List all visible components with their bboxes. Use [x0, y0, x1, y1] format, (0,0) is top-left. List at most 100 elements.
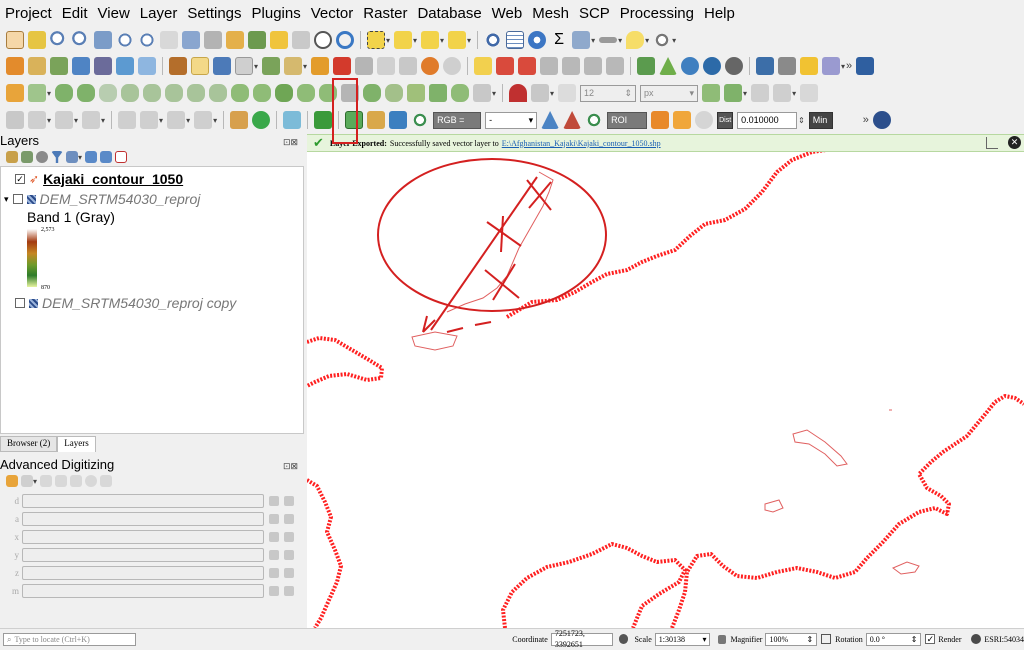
split-features-icon[interactable]: [275, 84, 294, 102]
dist-stepper[interactable]: ⇕: [798, 116, 805, 125]
statistics-sigma-icon[interactable]: Σ: [550, 31, 568, 49]
tab-browser[interactable]: Browser (2): [0, 436, 58, 452]
scp-arrows-icon[interactable]: [314, 111, 333, 129]
snapping-magnet-icon[interactable]: [509, 84, 528, 102]
band-set-icon[interactable]: [367, 111, 386, 129]
chevron-down-icon[interactable]: ▾: [386, 36, 390, 45]
snap-intersection-icon[interactable]: [724, 84, 743, 102]
move-label-icon[interactable]: [562, 57, 581, 75]
dist-min-toggle[interactable]: Min: [808, 111, 833, 129]
x-input[interactable]: [22, 530, 264, 544]
chevron-down-icon[interactable]: ▾: [74, 116, 78, 125]
menu-plugins[interactable]: Plugins: [247, 4, 306, 26]
roi-add-icon[interactable]: [673, 111, 692, 129]
label-tool-icon[interactable]: [474, 57, 493, 75]
tab-layers[interactable]: Layers: [57, 436, 96, 452]
layer-name[interactable]: DEM_SRTM54030_reproj copy: [42, 295, 236, 311]
data-source-manager-icon[interactable]: [6, 57, 24, 75]
delete-selected-icon[interactable]: [333, 57, 352, 75]
field-calculator-icon[interactable]: [572, 31, 591, 49]
pin-labels-icon[interactable]: [496, 57, 515, 75]
new-map-view-icon[interactable]: [226, 31, 244, 49]
repeat-lock-icon[interactable]: [284, 586, 294, 596]
menu-mesh[interactable]: Mesh: [527, 4, 574, 26]
coordinate-field[interactable]: 7251723, 3392651: [550, 629, 613, 649]
perpendicular-icon[interactable]: [55, 475, 68, 487]
map-canvas[interactable]: [307, 152, 1024, 628]
menu-edit[interactable]: Edit: [57, 4, 93, 26]
layer-visibility-checkbox[interactable]: ✓: [15, 174, 25, 184]
python-console-icon[interactable]: [756, 57, 775, 75]
menu-layer[interactable]: Layer: [135, 4, 183, 26]
copy-icon[interactable]: [377, 57, 396, 75]
digitize-icon[interactable]: [235, 57, 253, 75]
chevron-down-icon[interactable]: ▾: [492, 89, 496, 98]
virtual-layer-icon[interactable]: [116, 57, 134, 75]
cad-grid-icon[interactable]: [118, 111, 137, 129]
render-checkbox[interactable]: ✓: [925, 634, 936, 644]
zoom-native-icon[interactable]: [160, 31, 178, 49]
cad-constraint-icon[interactable]: [140, 111, 159, 129]
show-bookmarks-icon[interactable]: [292, 31, 310, 49]
layer-style-icon[interactable]: [6, 151, 18, 163]
rotate-feature-icon[interactable]: [77, 84, 96, 102]
web-globe-icon[interactable]: [703, 57, 722, 75]
delete-ring-icon[interactable]: [187, 84, 206, 102]
label-abc-icon[interactable]: [407, 84, 426, 102]
menu-processing[interactable]: Processing: [615, 4, 699, 26]
chevron-down-icon[interactable]: ▾: [159, 116, 163, 125]
lock-scale-icon[interactable]: [718, 634, 727, 644]
snap-tolerance-field[interactable]: 12 ⇕: [580, 84, 637, 102]
pan-hand-icon[interactable]: [6, 31, 24, 49]
snap-cad-icon[interactable]: [70, 475, 83, 487]
snap-layer-icon[interactable]: [531, 84, 550, 102]
chevron-down-icon[interactable]: ▾: [550, 89, 554, 98]
select-location-icon[interactable]: [448, 31, 467, 49]
chevron-down-icon[interactable]: ▾: [467, 36, 471, 45]
a-input[interactable]: [22, 512, 264, 526]
scp-layers-icon[interactable]: [283, 111, 302, 129]
cad-parallel-icon[interactable]: [167, 111, 186, 129]
chevron-down-icon[interactable]: ▾: [78, 153, 82, 162]
add-group-icon[interactable]: [21, 151, 33, 163]
digitize-polygon-icon[interactable]: [55, 111, 74, 129]
trim-extend-icon[interactable]: [429, 84, 448, 102]
bookmark-icon[interactable]: [270, 31, 288, 49]
rgb-composite-toggle[interactable]: RGB =: [433, 111, 482, 129]
roi-pointer-icon[interactable]: [651, 111, 670, 129]
close-icon[interactable]: ✕: [1008, 136, 1021, 149]
clip-icon[interactable]: [252, 111, 271, 129]
attribute-table-icon[interactable]: [506, 31, 525, 49]
lock-icon[interactable]: [269, 550, 279, 560]
chevron-down-icon[interactable]: ▾: [672, 36, 676, 45]
rotate-label-icon[interactable]: [584, 57, 603, 75]
chevron-down-icon[interactable]: ▾: [213, 116, 217, 125]
dist-value-field[interactable]: 0.010000: [737, 111, 798, 129]
filter-icon[interactable]: [51, 151, 63, 163]
zoom-selection-icon[interactable]: [116, 31, 134, 49]
roi-toggle[interactable]: ROI: [607, 111, 648, 129]
georeferencer-icon[interactable]: [637, 57, 656, 75]
rotate-point-symbols-icon[interactable]: [363, 84, 382, 102]
menu-web[interactable]: Web: [487, 4, 528, 26]
enable-adv-digitizing-icon[interactable]: [6, 475, 18, 487]
new-geopackage-icon[interactable]: [72, 57, 90, 75]
menu-view[interactable]: View: [93, 4, 135, 26]
topological-editing-icon[interactable]: [702, 84, 721, 102]
chevron-down-icon[interactable]: ▾: [645, 36, 649, 45]
zoom-roi-icon[interactable]: [585, 111, 604, 129]
repeat-lock-icon[interactable]: [284, 514, 294, 524]
repeat-lock-icon[interactable]: [284, 568, 294, 578]
rgb-composite-dropdown[interactable]: - ▾: [485, 111, 538, 129]
tracing-icon[interactable]: [800, 84, 819, 102]
menu-settings[interactable]: Settings: [182, 4, 246, 26]
search-locator-icon[interactable]: [653, 31, 672, 49]
vertex-editor-icon[interactable]: [6, 111, 24, 129]
shape-digitize-icon[interactable]: [28, 84, 46, 102]
m-input[interactable]: [22, 584, 264, 598]
chevron-down-icon[interactable]: ▾: [47, 89, 51, 98]
yellow-table-icon[interactable]: [800, 57, 819, 75]
d-input[interactable]: [22, 494, 264, 508]
y-input[interactable]: [22, 548, 264, 562]
cad-perpendicular-icon[interactable]: [194, 111, 213, 129]
